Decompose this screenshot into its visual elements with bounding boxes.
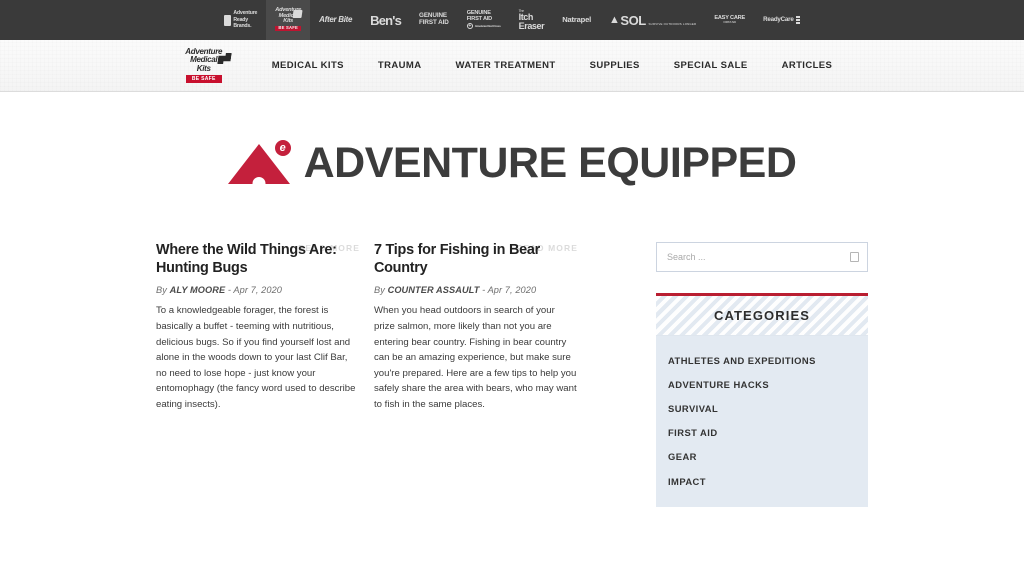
nav-item-articles[interactable]: ARTICLES <box>765 60 850 71</box>
byline-separator: - <box>227 285 232 296</box>
adventure-equipped-mountain-icon: e <box>227 140 291 184</box>
article-excerpt: When you head outdoors in search of your… <box>374 305 577 410</box>
categories-header: CATEGORIES <box>656 296 868 336</box>
gfa2-line2: FIRST AID <box>466 15 493 22</box>
nav-item-water-treatment[interactable]: WATER TREATMENT <box>438 60 572 71</box>
byline-separator: - <box>482 285 486 296</box>
adventure-medical-kits-logo: Adventure Medical Kits BE SAFE <box>275 7 303 32</box>
categories-widget: CATEGORIES ATHLETES AND EXPEDITIONS ADVE… <box>656 293 868 508</box>
article-title-wrap: READ MORE 7 Tips for Fishing in Bear Cou… <box>374 242 578 277</box>
byline-prefix: By <box>156 285 167 296</box>
sol-sub: SURVIVE OUTDOORS LONGER <box>648 21 697 26</box>
mountain-notch <box>252 177 266 184</box>
brand-tile-natrapel[interactable]: Natrapel <box>553 0 600 40</box>
ready-label: ReadyCare <box>763 15 794 23</box>
genuine-first-aid-arc-logo: GENUINE FIRST AID + American Red Cross <box>466 10 501 30</box>
categories-title: CATEGORIES <box>714 308 810 323</box>
byline-prefix: By <box>374 285 385 296</box>
categories-list: ATHLETES AND EXPEDITIONS ADVENTURE HACKS… <box>656 336 868 507</box>
itch-line3: Eraser <box>518 20 545 31</box>
nav-item-medical-kits[interactable]: MEDICAL KITS <box>255 60 361 71</box>
easy-care-logo: EASY CARE FIRST AID <box>714 15 745 25</box>
after-bite-logo: After Bite <box>319 15 353 24</box>
genuine-first-aid-logo: GENUINE FIRST AID <box>419 13 449 26</box>
content-area: READ MORE Where the Wild Things Are: Hun… <box>156 242 868 508</box>
gfa-line2: FIRST AID <box>419 19 449 26</box>
search-icon[interactable] <box>850 252 859 262</box>
search-input[interactable] <box>657 243 867 271</box>
brand-bar: Adventure Ready Brands. Adventure Medica… <box>0 0 1024 40</box>
hero-banner: e ADVENTURE EQUIPPED <box>0 118 1024 208</box>
article-title[interactable]: Where the Wild Things Are: Hunting Bugs <box>156 242 360 277</box>
article-card[interactable]: READ MORE 7 Tips for Fishing in Bear Cou… <box>374 242 578 412</box>
brand-tile-adventure-medical-kits[interactable]: Adventure Medical Kits BE SAFE <box>266 0 311 40</box>
ready-bars-icon <box>795 16 800 24</box>
article-author[interactable]: ALY MOORE <box>170 285 226 295</box>
nav-logo-line3: Kits <box>196 63 211 73</box>
gfa2-line3: American Red Cross <box>474 23 501 28</box>
sol-label: SOL <box>620 12 646 28</box>
red-cross-icon: + <box>466 22 473 30</box>
article-title[interactable]: 7 Tips for Fishing in Bear Country <box>374 242 578 277</box>
brand-tile-itch-eraser[interactable]: The Itch Eraser <box>510 0 554 40</box>
brand-tile-easy-care[interactable]: EASY CARE FIRST AID <box>705 0 754 40</box>
main-navigation: Adventure Medical Kits BE SAFE MEDICAL K… <box>0 40 1024 92</box>
article-date: Apr 7, 2020 <box>487 285 537 296</box>
page-title: ADVENTURE EQUIPPED <box>303 138 797 187</box>
brand-tile-genuine-first-aid-arc[interactable]: GENUINE FIRST AID + American Red Cross <box>458 0 510 40</box>
nav-item-trauma[interactable]: TRAUMA <box>361 60 439 71</box>
arb-line2: Ready <box>233 16 248 23</box>
e-badge-icon: e <box>274 140 291 156</box>
search-box[interactable] <box>656 242 868 272</box>
brand-tile-bens[interactable]: Ben's <box>361 0 410 40</box>
nav-logo-text: Adventure Medical Kits <box>185 48 222 72</box>
brand-tile-sol[interactable]: ▲ SOL SURVIVE OUTDOORS LONGER <box>600 0 705 40</box>
brand-tile-genuine-first-aid[interactable]: GENUINE FIRST AID <box>410 0 458 40</box>
arb-mark-icon <box>224 14 232 26</box>
category-item-adventure-hacks[interactable]: ADVENTURE HACKS <box>656 372 868 396</box>
nav-item-supplies[interactable]: SUPPLIES <box>573 60 657 71</box>
sidebar: CATEGORIES ATHLETES AND EXPEDITIONS ADVE… <box>656 242 868 508</box>
category-item-athletes-and-expeditions[interactable]: ATHLETES AND EXPEDITIONS <box>656 348 868 372</box>
arb-line1: Adventure <box>233 10 258 17</box>
sol-logo: ▲ SOL SURVIVE OUTDOORS LONGER <box>609 14 696 27</box>
category-item-first-aid[interactable]: FIRST AID <box>656 421 868 445</box>
article-title-wrap: READ MORE Where the Wild Things Are: Hun… <box>156 242 360 277</box>
arb-line3: Brands. <box>233 23 252 30</box>
ready-care-logo: ReadyCare <box>763 16 800 24</box>
brand-tile-adventure-ready-brands[interactable]: Adventure Ready Brands. <box>215 0 266 40</box>
amk-be-safe-badge: BE SAFE <box>275 26 301 32</box>
category-item-impact[interactable]: IMPACT <box>656 469 868 493</box>
article-excerpt: To a knowledgeable forager, the forest i… <box>156 305 356 410</box>
bens-logo: Ben's <box>370 12 402 28</box>
article-author[interactable]: COUNTER ASSAULT <box>388 285 480 295</box>
easy-sub: FIRST AID <box>723 20 736 25</box>
adventure-ready-brands-logo: Adventure Ready Brands. <box>224 10 257 30</box>
natrapel-logo: Natrapel <box>562 15 592 25</box>
article-card[interactable]: READ MORE Where the Wild Things Are: Hun… <box>156 242 360 412</box>
article-list: READ MORE Where the Wild Things Are: Hun… <box>156 242 608 412</box>
itch-eraser-logo: The Itch Eraser <box>518 9 545 31</box>
medical-kit-icon <box>292 10 303 19</box>
category-item-survival[interactable]: SURVIVAL <box>656 396 868 420</box>
flame-icon: ▲ <box>609 13 620 26</box>
brand-tile-after-bite[interactable]: After Bite <box>310 0 361 40</box>
article-byline: By COUNTER ASSAULT - Apr 7, 2020 <box>374 285 578 295</box>
amk-line3: Kits <box>283 18 294 25</box>
article-date: Apr 7, 2020 <box>233 285 283 296</box>
article-byline: By ALY MOORE - Apr 7, 2020 <box>156 285 360 295</box>
site-logo-adventure-medical-kits[interactable]: Adventure Medical Kits BE SAFE <box>175 47 233 85</box>
category-item-gear[interactable]: GEAR <box>656 445 868 469</box>
brand-tile-ready-care[interactable]: ReadyCare <box>754 0 809 40</box>
nav-item-special-sale[interactable]: SPECIAL SALE <box>657 60 765 71</box>
be-safe-badge: BE SAFE <box>185 74 222 83</box>
